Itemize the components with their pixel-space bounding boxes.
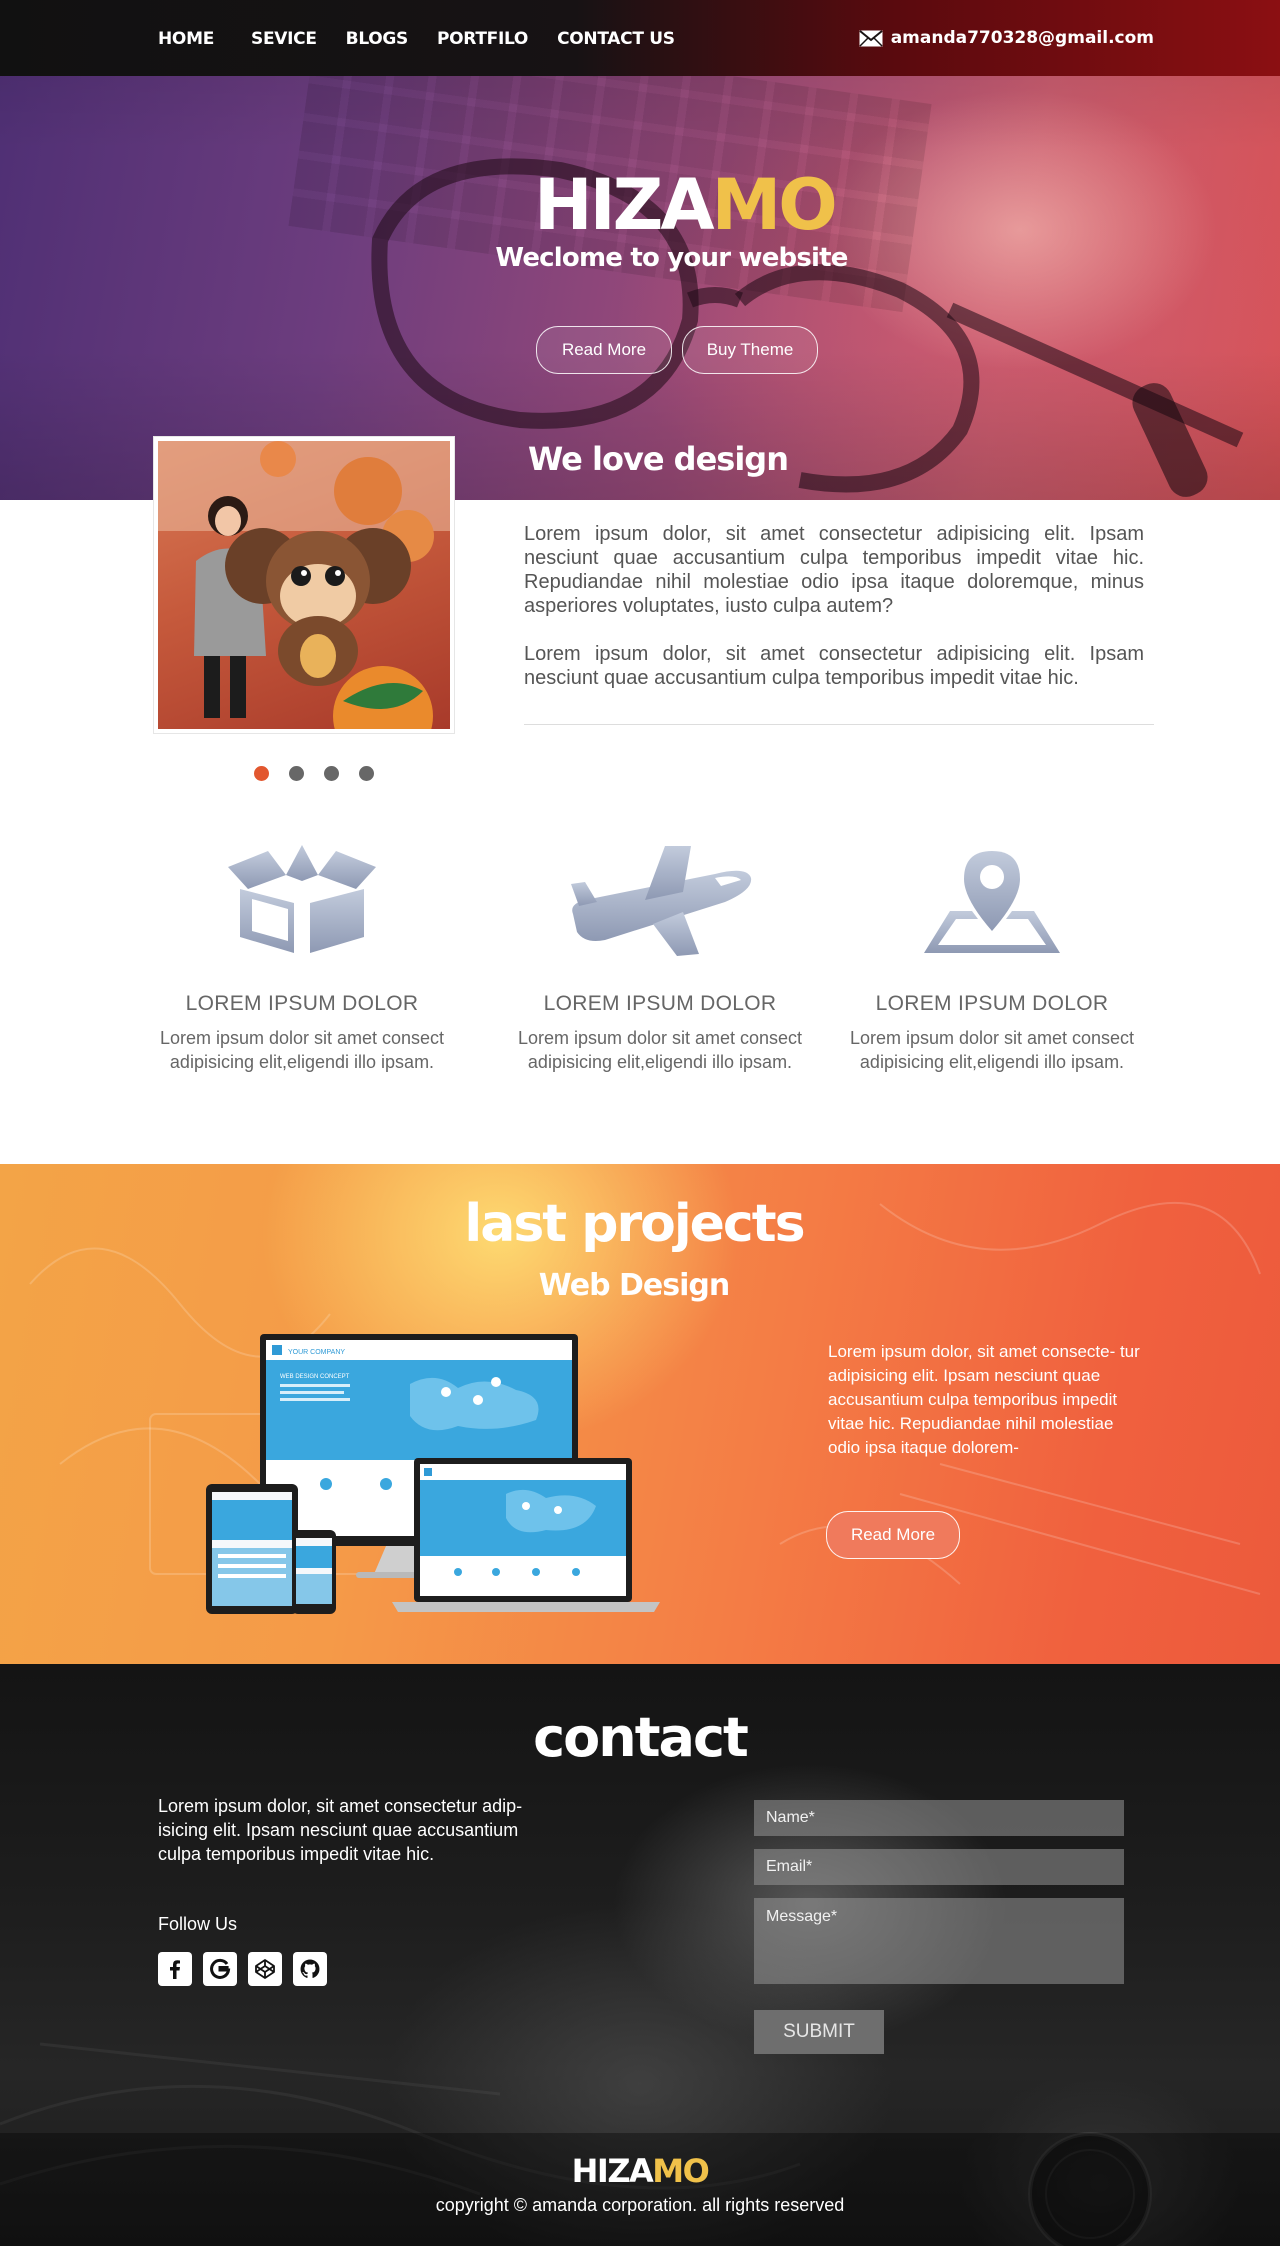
map-pin-icon: [924, 851, 1060, 953]
contact-text: Lorem ipsum dolor, sit amet consectetur …: [158, 1796, 523, 1864]
feature-card-2: LOREM IPSUM DOLOR Lorem ipsum dolor sit …: [500, 840, 820, 1074]
about-photo: [158, 441, 450, 729]
feature-title-1: LOREM IPSUM DOLOR: [185, 992, 419, 1015]
follow-us-label: Follow Us: [158, 1914, 238, 1934]
copyright-text: copyright © amanda corporation. all righ…: [435, 2195, 845, 2215]
submit-button[interactable]: SUBMIT: [754, 2010, 884, 2054]
about-paragraph-1: Lorem ipsum dolor, sit amet consectetur …: [524, 523, 1144, 617]
social-links: [158, 1952, 327, 1986]
about-paragraph-2: Lorem ipsum dolor, sit amet consectetur …: [524, 643, 1144, 689]
feature-text-3: Lorem ipsum dolor sit amet consect adipi…: [849, 1028, 1135, 1072]
feature-card-1: LOREM IPSUM DOLOR Lorem ipsum dolor sit …: [142, 840, 462, 1074]
footer-logo-accent: MO: [652, 2152, 710, 2190]
main-nav: HOME SEVICE BLOGS PORTFILO CONTACT US: [158, 29, 675, 49]
about-divider: [524, 724, 1154, 725]
feature-title-3: LOREM IPSUM DOLOR: [875, 992, 1109, 1015]
google-link[interactable]: [203, 1952, 237, 1986]
about-photo-frame: [154, 437, 454, 733]
slider-dots: [254, 766, 374, 781]
hero-logo-accent: MO: [711, 164, 838, 246]
nav-contact-us[interactable]: CONTACT US: [557, 29, 675, 49]
nav-home[interactable]: HOME: [158, 29, 214, 49]
codepen-icon: [255, 1959, 275, 1979]
nav-portfolio[interactable]: PORTFILO: [437, 29, 528, 49]
contact-title: contact: [533, 1706, 749, 1769]
projects-subtitle: Web Design: [538, 1268, 731, 1303]
slider-dot-4[interactable]: [359, 766, 374, 781]
responsive-devices-mockup: YOUR COMPANY WEB DESIGN CONCEPT: [206, 1334, 660, 1614]
hero-read-more-button[interactable]: Read More: [536, 326, 672, 374]
mockup-brand: YOUR COMPANY: [288, 1349, 345, 1356]
github-link[interactable]: [293, 1952, 327, 1986]
feature-text-1: Lorem ipsum dolor sit amet consect adipi…: [159, 1028, 445, 1072]
slider-dot-1[interactable]: [254, 766, 269, 781]
feature-card-3: LOREM IPSUM DOLOR Lorem ipsum dolor sit …: [832, 840, 1152, 1074]
header-email-address: amanda770328@gmail.com: [890, 28, 1154, 48]
footer-logo-main: HIZA: [571, 2152, 654, 2190]
top-navbar: HOME SEVICE BLOGS PORTFILO CONTACT US am…: [0, 0, 1280, 76]
facebook-icon: [170, 1960, 180, 1979]
projects-read-more-button[interactable]: Read More: [826, 1511, 960, 1559]
envelope-icon: [859, 29, 883, 47]
projects-section: last projects Web Design YOUR COMPANY WE…: [0, 1164, 1280, 1664]
message-field[interactable]: [754, 1898, 1124, 1984]
feature-text-2: Lorem ipsum dolor sit amet consect adipi…: [517, 1028, 803, 1072]
hero-logo: HIZAMO: [534, 170, 838, 240]
projects-text: Lorem ipsum dolor, sit amet consecte- tu…: [828, 1342, 1140, 1457]
slider-dot-3[interactable]: [324, 766, 339, 781]
hero-buy-theme-button[interactable]: Buy Theme: [682, 326, 818, 374]
nav-blogs[interactable]: BLOGS: [346, 29, 409, 49]
name-field[interactable]: [754, 1800, 1124, 1836]
github-icon: [300, 1959, 320, 1978]
hero-logo-main: HIZA: [534, 164, 715, 246]
email-field[interactable]: [754, 1849, 1124, 1885]
about-title: We love design: [528, 440, 789, 478]
facebook-link[interactable]: [158, 1952, 192, 1986]
mockup-heading: WEB DESIGN CONCEPT: [280, 1374, 350, 1380]
hero-tagline: Weclome to your website: [495, 243, 848, 273]
about-photo-illustration: [158, 441, 450, 729]
feature-title-2: LOREM IPSUM DOLOR: [543, 992, 777, 1015]
projects-title: last projects: [464, 1194, 805, 1254]
box-icon: [228, 845, 376, 953]
google-icon: [210, 1958, 231, 1979]
codepen-link[interactable]: [248, 1952, 282, 1986]
nav-service[interactable]: SEVICE: [251, 29, 317, 49]
footer-logo: HIZAMO: [0, 2152, 1280, 2190]
airplane-icon: [571, 846, 752, 956]
header-email[interactable]: amanda770328@gmail.com: [859, 28, 1154, 48]
slider-dot-2[interactable]: [289, 766, 304, 781]
